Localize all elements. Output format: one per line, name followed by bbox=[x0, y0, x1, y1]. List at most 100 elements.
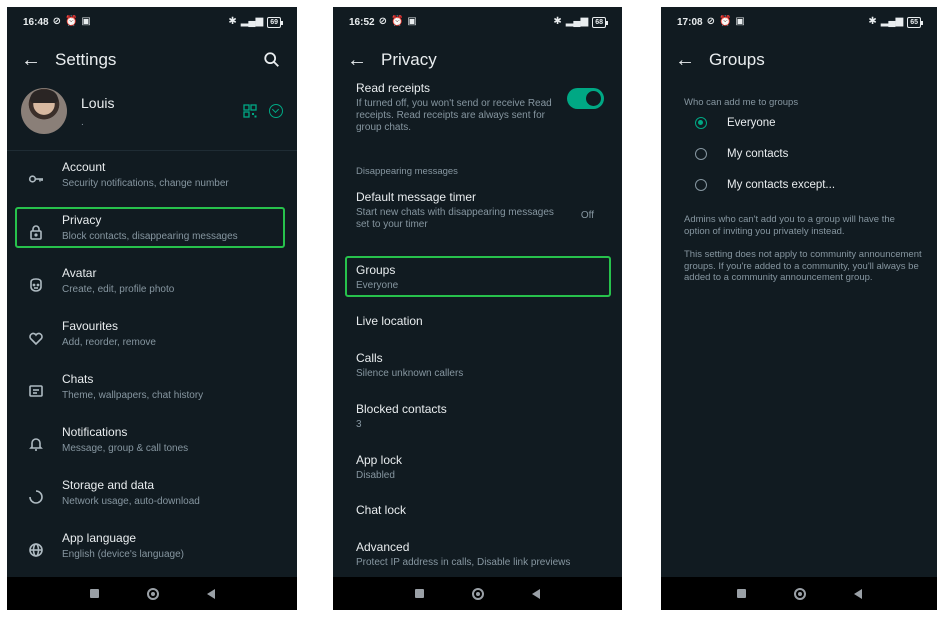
disappearing-section-header: Disappearing messages bbox=[356, 166, 458, 177]
signal-icon: ▂▄▆ bbox=[565, 16, 589, 27]
privacy-item-title: Blocked contacts bbox=[356, 402, 447, 416]
privacy-item-subtitle: 3 bbox=[356, 419, 362, 430]
read-receipts-description: If turned off, you won't send or receive… bbox=[356, 98, 552, 133]
lock-icon bbox=[27, 223, 45, 241]
status-time: 16:52 bbox=[349, 16, 375, 28]
profile-row[interactable]: Louis . bbox=[21, 83, 283, 139]
radio-selected-icon[interactable] bbox=[695, 117, 707, 129]
app-bar: ← Privacy bbox=[333, 37, 622, 83]
radio-unselected-icon[interactable] bbox=[695, 148, 707, 160]
option-label: My contacts except... bbox=[727, 179, 836, 191]
groups-note-community: This setting does not apply to community… bbox=[684, 249, 922, 283]
settings-item-app-language[interactable]: App language English (device's language) bbox=[7, 522, 297, 575]
back-arrow-icon[interactable]: ← bbox=[347, 50, 375, 70]
back-arrow-icon[interactable]: ← bbox=[21, 50, 49, 70]
settings-item-subtitle: Create, edit, profile photo bbox=[62, 284, 175, 295]
key-icon bbox=[27, 170, 45, 188]
page-title: Groups bbox=[709, 50, 765, 69]
privacy-item-chat-lock[interactable]: Chat lock bbox=[356, 503, 606, 517]
nav-back-button[interactable] bbox=[532, 588, 540, 599]
radio-unselected-icon[interactable] bbox=[695, 179, 707, 191]
bluetooth-icon: ✱ bbox=[553, 16, 562, 27]
settings-item-favourites[interactable]: Favourites Add, reorder, remove bbox=[7, 310, 297, 363]
nav-back-button[interactable] bbox=[853, 588, 862, 599]
settings-item-subtitle: Theme, wallpapers, chat history bbox=[62, 390, 204, 401]
groups-screen: 17:08 ⊘ ⏰ ▣ ✱ ▂▄▆ 65 ← Groups Who can ad… bbox=[661, 7, 937, 610]
option-everyone[interactable]: Everyone bbox=[695, 117, 776, 129]
settings-item-title: Chats bbox=[62, 372, 94, 386]
option-label: My contacts bbox=[727, 148, 789, 160]
groups-section-header: Who can add me to groups bbox=[684, 97, 799, 108]
app-bar: ← Settings bbox=[7, 37, 297, 83]
settings-item-subtitle: Block contacts, disappearing messages bbox=[62, 231, 238, 242]
heart-icon bbox=[27, 329, 45, 347]
settings-item-privacy[interactable]: Privacy Block contacts, disappearing mes… bbox=[7, 204, 297, 257]
chevron-down-icon[interactable] bbox=[269, 104, 283, 118]
read-receipts-row[interactable]: Read receipts If turned off, you won't s… bbox=[356, 81, 552, 134]
privacy-item-live-location[interactable]: Live location bbox=[356, 314, 606, 328]
read-receipts-toggle[interactable] bbox=[567, 88, 604, 109]
settings-item-title: Storage and data bbox=[62, 478, 155, 492]
nav-back-button[interactable] bbox=[206, 588, 215, 599]
bell-icon bbox=[27, 435, 45, 453]
settings-item-subtitle: Message, group & call tones bbox=[62, 443, 189, 454]
privacy-screen: 16:52 ⊘ ⏰ ▣ ✱ ▂▄▆ 68 ← Privacy Read rece… bbox=[333, 7, 622, 610]
battery-icon: 69 bbox=[267, 16, 283, 28]
alarm-icon: ⏰ bbox=[718, 16, 732, 27]
settings-item-chats[interactable]: Chats Theme, wallpapers, chat history bbox=[7, 363, 297, 416]
default-timer-row[interactable]: Default message timer Start new chats wi… bbox=[356, 190, 562, 231]
settings-item-title: Avatar bbox=[62, 266, 97, 280]
app-notification-icon: ▣ bbox=[735, 16, 745, 27]
bluetooth-icon: ✱ bbox=[868, 16, 877, 27]
privacy-item-title: Chat lock bbox=[356, 503, 407, 517]
privacy-item-subtitle: Silence unknown callers bbox=[356, 368, 464, 379]
privacy-item-groups[interactable]: Groups Everyone bbox=[356, 263, 606, 292]
privacy-item-subtitle: Everyone bbox=[356, 280, 399, 291]
settings-screen: 16:48 ⊘ ⏰ ▣ ✱ ▂▄▆ 69 ← Settings Louis . bbox=[7, 7, 297, 610]
alarm-icon: ⏰ bbox=[390, 16, 404, 27]
settings-item-account[interactable]: Account Security notifications, change n… bbox=[7, 151, 297, 204]
recents-button[interactable] bbox=[736, 589, 746, 598]
search-icon[interactable] bbox=[263, 51, 281, 69]
privacy-item-app-lock[interactable]: App lock Disabled bbox=[356, 453, 606, 482]
settings-item-title: App language bbox=[62, 531, 137, 545]
settings-item-subtitle: Security notifications, change number bbox=[62, 178, 229, 189]
privacy-item-title: Live location bbox=[356, 314, 423, 328]
app-notification-icon: ▣ bbox=[407, 16, 417, 27]
privacy-item-subtitle: Disabled bbox=[356, 470, 395, 481]
status-time: 16:48 bbox=[23, 16, 49, 28]
alarm-icon: ⏰ bbox=[64, 16, 78, 27]
recents-button[interactable] bbox=[415, 589, 424, 598]
home-button[interactable] bbox=[146, 587, 159, 600]
settings-item-subtitle: Network usage, auto-download bbox=[62, 496, 200, 507]
read-receipts-title: Read receipts bbox=[356, 81, 431, 95]
settings-item-storage[interactable]: Storage and data Network usage, auto-dow… bbox=[7, 469, 297, 522]
settings-list: Account Security notifications, change n… bbox=[7, 151, 297, 575]
app-bar: ← Groups bbox=[661, 37, 937, 83]
qr-code-icon[interactable] bbox=[243, 104, 257, 118]
status-bar: 17:08 ⊘ ⏰ ▣ ✱ ▂▄▆ 65 bbox=[661, 7, 937, 37]
privacy-item-advanced[interactable]: Advanced Protect IP address in calls, Di… bbox=[356, 540, 606, 569]
privacy-item-calls[interactable]: Calls Silence unknown callers bbox=[356, 351, 606, 380]
recents-button[interactable] bbox=[89, 589, 99, 598]
avatar[interactable] bbox=[21, 88, 67, 134]
home-button[interactable] bbox=[793, 587, 806, 600]
option-my-contacts[interactable]: My contacts bbox=[695, 148, 788, 160]
status-bar: 16:48 ⊘ ⏰ ▣ ✱ ▂▄▆ 69 bbox=[7, 7, 297, 37]
status-bar: 16:52 ⊘ ⏰ ▣ ✱ ▂▄▆ 68 bbox=[333, 7, 622, 37]
system-nav-bar bbox=[7, 577, 297, 610]
settings-item-notifications[interactable]: Notifications Message, group & call tone… bbox=[7, 416, 297, 469]
chat-icon bbox=[27, 382, 45, 400]
settings-item-avatar[interactable]: Avatar Create, edit, profile photo bbox=[7, 257, 297, 310]
privacy-item-blocked-contacts[interactable]: Blocked contacts 3 bbox=[356, 402, 606, 431]
back-arrow-icon[interactable]: ← bbox=[675, 50, 703, 70]
privacy-item-title: Groups bbox=[356, 263, 396, 277]
home-button[interactable] bbox=[472, 587, 484, 600]
globe-icon bbox=[27, 541, 45, 559]
settings-item-title: Favourites bbox=[62, 319, 119, 333]
system-nav-bar bbox=[333, 577, 622, 610]
default-timer-title: Default message timer bbox=[356, 190, 477, 204]
do-not-disturb-icon: ⊘ bbox=[706, 16, 715, 27]
settings-item-title: Notifications bbox=[62, 425, 128, 439]
option-my-contacts-except[interactable]: My contacts except... bbox=[695, 179, 835, 191]
